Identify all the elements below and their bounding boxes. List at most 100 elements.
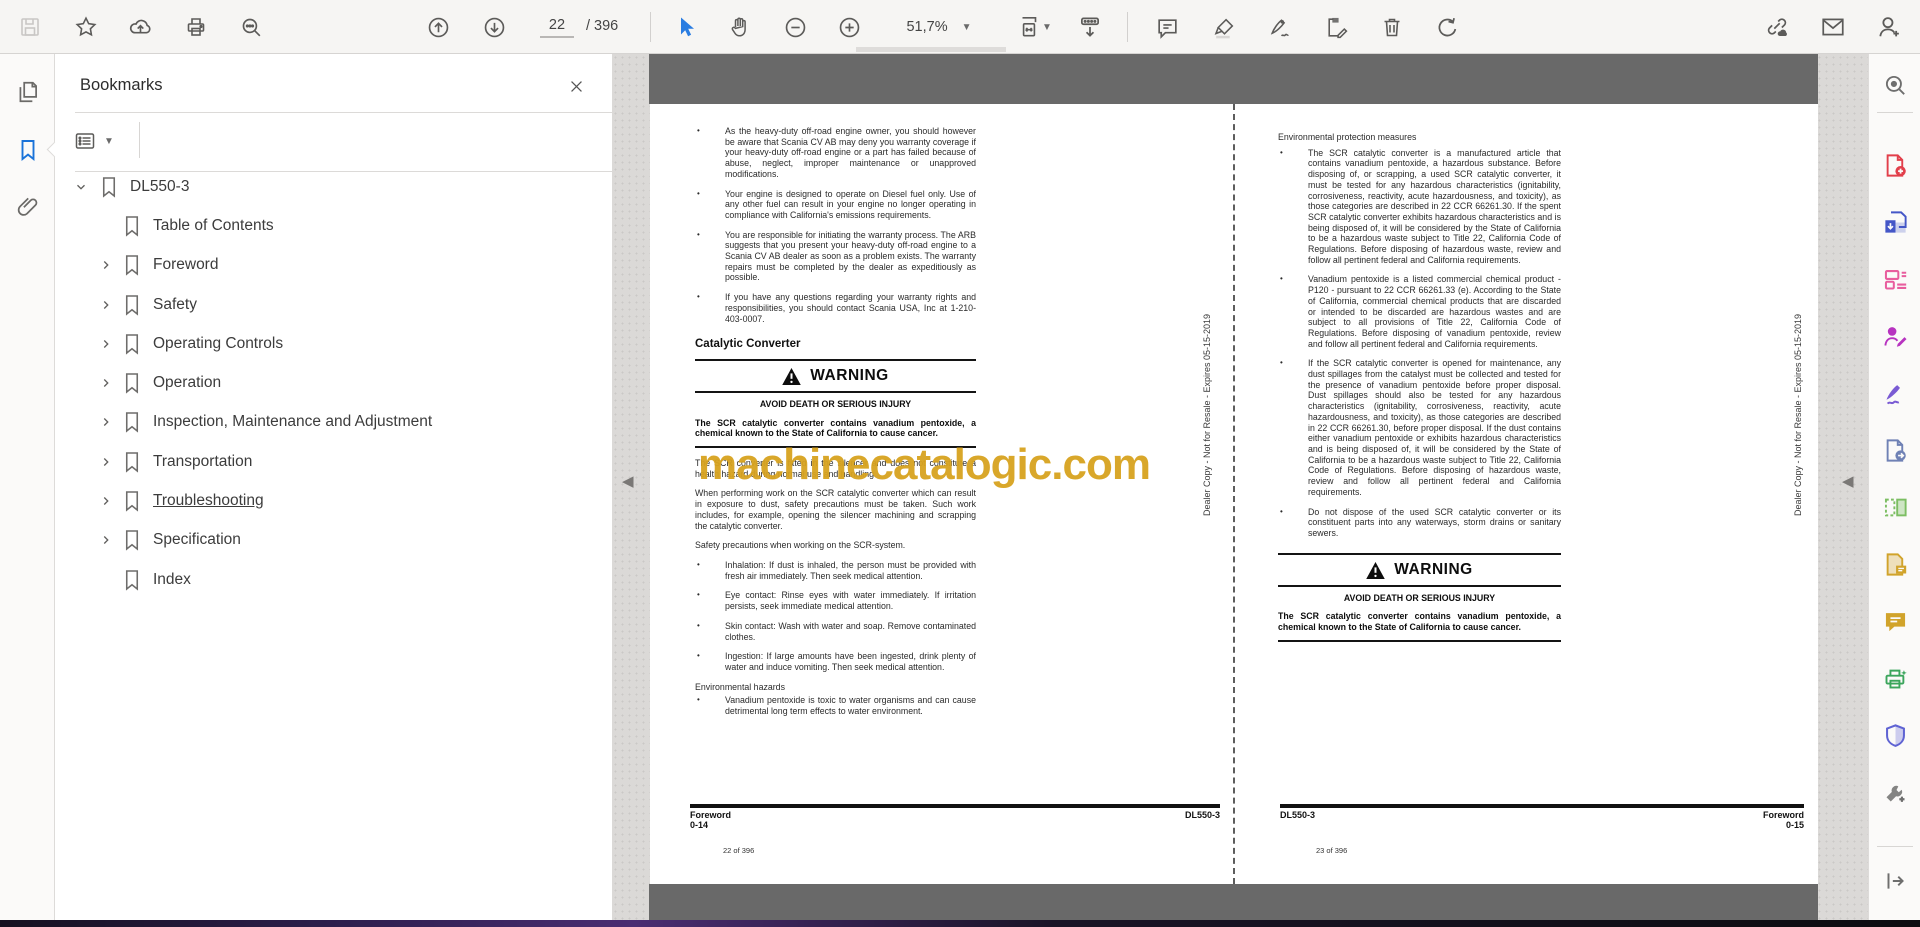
zoom-in-button[interactable] (831, 9, 867, 45)
chevron-right-icon[interactable] (98, 532, 114, 548)
options-list-icon (75, 133, 95, 149)
bookmark-label[interactable]: Safety (153, 296, 197, 314)
bookmark-icon (102, 177, 116, 198)
bookmark-label[interactable]: DL550-3 (130, 178, 189, 196)
email-button[interactable] (1815, 9, 1851, 45)
export-pdf-button[interactable] (1880, 435, 1910, 465)
request-signatures-button[interactable] (1880, 321, 1910, 351)
export-pdf-icon (1886, 438, 1906, 462)
warning-rule (1278, 639, 1561, 642)
chevron-right-icon[interactable] (98, 454, 114, 470)
bullet-marker: • (697, 126, 700, 135)
collapse-right-icon (1887, 873, 1904, 889)
bookmark-options-button[interactable]: ▼ (73, 124, 125, 158)
redact-button[interactable] (1880, 549, 1910, 579)
bookmark-item-table-of-contents[interactable]: Table of Contents (55, 206, 612, 245)
bookmark-item-troubleshooting[interactable]: Troubleshooting (55, 481, 612, 520)
bookmark-label[interactable]: Operation (153, 374, 221, 392)
star-icon (75, 16, 97, 37)
bookmark-label[interactable]: Transportation (153, 453, 252, 471)
combine-files-button[interactable] (1880, 207, 1910, 237)
comments-button[interactable] (1880, 606, 1910, 636)
chevron-right-icon[interactable] (98, 375, 114, 391)
chevron-down-icon[interactable] (73, 179, 89, 195)
expand-pane-button[interactable] (1880, 866, 1910, 896)
print-button[interactable] (178, 9, 214, 45)
chevron-right-icon[interactable] (98, 493, 114, 509)
sign-button[interactable] (1262, 9, 1298, 45)
next-page-button[interactable] (476, 9, 512, 45)
delete-button[interactable] (1374, 9, 1410, 45)
share-link-button[interactable] (1759, 9, 1795, 45)
bookmark-label[interactable]: Specification (153, 531, 241, 549)
previous-page-arrow[interactable]: ◀ (622, 472, 634, 490)
page-number-input[interactable] (540, 14, 574, 38)
previous-page-button[interactable] (420, 9, 456, 45)
comment-button[interactable] (1149, 9, 1185, 45)
search-button[interactable] (233, 9, 269, 45)
save-button[interactable] (12, 9, 48, 45)
chevron-right-icon[interactable] (98, 336, 114, 352)
bullet-marker: • (697, 620, 700, 630)
zoom-level-select[interactable]: 51,7% ▼ (880, 9, 998, 45)
share-cloud-button[interactable] (122, 9, 158, 45)
more-tools-button[interactable] (1880, 777, 1910, 807)
bookmark-item-operation[interactable]: Operation (55, 363, 612, 402)
bookmark-item-operating-controls[interactable]: Operating Controls (55, 324, 612, 363)
expand-tools-arrow[interactable]: ◀ (1842, 472, 1854, 490)
footer-page-ref: 0-15 (1785, 820, 1804, 830)
save-icon (21, 18, 39, 36)
organize-pages-button[interactable] (1880, 492, 1910, 522)
bookmark-label[interactable]: Troubleshooting (153, 492, 264, 510)
bullet-item: • Eye contact: Rinse eyes with water imme… (697, 590, 976, 612)
bookmark-label[interactable]: Inspection, Maintenance and Adjustment (153, 413, 432, 431)
bookmark-item-safety[interactable]: Safety (55, 285, 612, 324)
create-pdf-button[interactable] (1880, 150, 1910, 180)
footer-section: Foreword (690, 810, 732, 820)
chevron-right-icon[interactable] (98, 257, 114, 273)
star-button[interactable] (68, 9, 104, 45)
chevron-right-icon[interactable] (98, 297, 114, 313)
share-cloud-icon (129, 19, 151, 34)
print-production-button[interactable] (1880, 663, 1910, 693)
footer-section: Foreword (1762, 810, 1804, 820)
bookmark-root-dl550-3[interactable]: DL550-3 (55, 167, 612, 206)
edit-page-button[interactable] (1318, 9, 1354, 45)
scroll-mode-button[interactable] (1072, 9, 1108, 45)
print-production-icon (1885, 669, 1907, 688)
page-thumbnails-button[interactable] (13, 77, 43, 107)
bookmark-item-index[interactable]: Index (55, 560, 612, 599)
bullet-marker: • (1280, 358, 1283, 368)
close-panel-button[interactable] (564, 74, 588, 98)
bookmark-label[interactable]: Index (153, 571, 191, 589)
mail-icon (1822, 18, 1844, 36)
dealer-copy-side-text: Dealer Copy - Not for Resale - Expires 0… (1202, 313, 1212, 517)
fill-sign-button[interactable] (1880, 378, 1910, 408)
bookmark-item-specification[interactable]: Specification (55, 520, 612, 559)
sign-in-button[interactable] (1871, 9, 1907, 45)
hand-tool-button[interactable] (722, 9, 758, 45)
redo-button[interactable] (1429, 9, 1465, 45)
page-thumbnails-icon (19, 81, 37, 103)
bullet-item: • The SCR catalytic converter is a manufa… (1280, 147, 1561, 265)
edit-pdf-button[interactable] (1880, 264, 1910, 294)
bookmark-item-inspection[interactable]: Inspection, Maintenance and Adjustment (55, 402, 612, 441)
subsection-heading: Environmental hazards (695, 681, 785, 692)
attachments-pane-button[interactable] (13, 192, 43, 222)
bookmark-label[interactable]: Operating Controls (153, 335, 283, 353)
toolbar-divider (650, 12, 651, 42)
bullet-marker: • (697, 188, 700, 198)
bookmark-label[interactable]: Foreword (153, 256, 218, 274)
bookmark-label[interactable]: Table of Contents (153, 217, 274, 235)
bookmark-item-transportation[interactable]: Transportation (55, 442, 612, 481)
page-fit-button[interactable]: ▼ (1008, 9, 1060, 45)
highlight-button[interactable] (1206, 9, 1242, 45)
bookmark-item-foreword[interactable]: Foreword (55, 245, 612, 284)
chevron-right-icon[interactable] (98, 414, 114, 430)
marquee-zoom-button[interactable] (1880, 70, 1910, 100)
zoom-out-button[interactable] (777, 9, 813, 45)
protect-button[interactable] (1880, 720, 1910, 750)
bookmarks-pane-button[interactable] (13, 135, 43, 165)
select-tool-button[interactable] (667, 9, 703, 45)
bookmark-icon (125, 412, 139, 433)
